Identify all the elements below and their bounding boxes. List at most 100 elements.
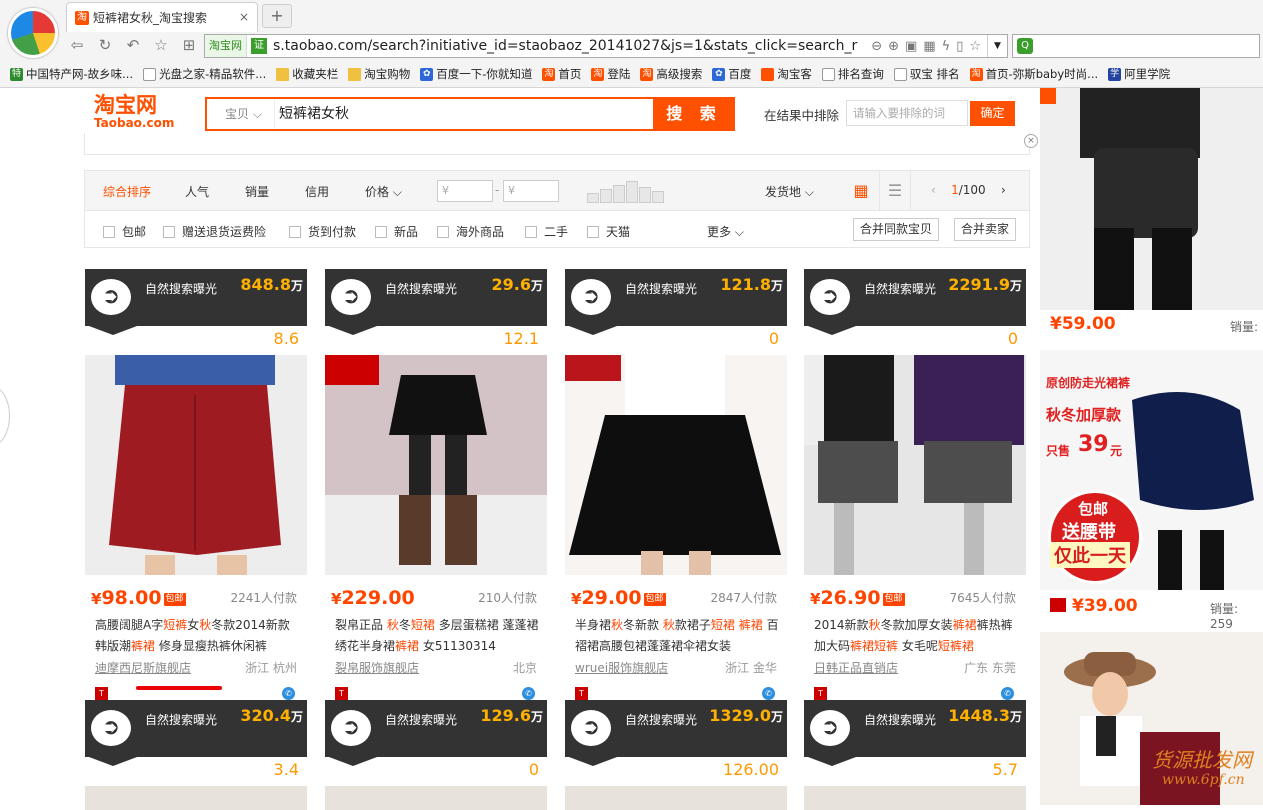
checkbox[interactable] — [103, 225, 115, 238]
shop-link[interactable]: wruei服饰旗舰店 — [575, 659, 668, 676]
search-category-select[interactable]: 宝贝 ⌵ — [207, 99, 275, 129]
bookmark-item[interactable]: ✿ 百度 — [712, 66, 751, 82]
product-title[interactable]: 半身裙秋冬新款 秋款裙子短裙 裤裙 百褶裙高腰包裙蓬蓬裙伞裙女装 — [575, 615, 781, 657]
next-page-icon[interactable]: › — [1001, 183, 1006, 197]
search-button[interactable]: 搜 索 — [653, 97, 735, 131]
star-icon[interactable]: ☆ — [969, 39, 981, 54]
checkbox[interactable] — [525, 225, 537, 238]
bookmark-item[interactable]: 驭宝 排名 — [893, 66, 960, 82]
checkbox[interactable] — [289, 225, 301, 238]
close-tab-icon[interactable]: × — [239, 10, 249, 24]
undo-close-icon[interactable]: ↶ — [122, 36, 144, 58]
wangwang-icon[interactable]: ✆ — [762, 687, 775, 700]
product-title[interactable]: 裂帛正品 秋冬短裙 多层蛋糕裙 蓬蓬裙绣花半身裙裤裙 女51130314 — [335, 615, 541, 657]
exclude-confirm-button[interactable]: 确定 — [970, 101, 1015, 126]
bookmark-item[interactable]: 学阿里学院 — [1108, 66, 1170, 82]
wangwang-icon[interactable]: ✆ — [282, 687, 295, 700]
product-card[interactable]: ➲ 自然搜索曝光 1448.3万 5.7 — [804, 700, 1026, 810]
ad-item[interactable]: ¥59.00 销量: — [1040, 88, 1263, 342]
screenshot-icon[interactable]: ▣ — [905, 39, 917, 54]
product-title[interactable]: 2014新款秋冬款加厚女装裤裙裤热裤加大码裤裙短裤 女毛呢短裤裙 — [814, 615, 1020, 657]
shop-link[interactable]: 日韩正品直销店 — [814, 659, 898, 676]
address-dropdown-icon[interactable]: ▼ — [987, 35, 1007, 57]
product-card[interactable]: ➲ 自然搜索曝光 2291.9万 0 ¥26.90 包邮 7645人付款 2014… — [804, 269, 1026, 709]
filter-tmall[interactable]: 天猫 — [587, 223, 630, 240]
product-image[interactable] — [804, 786, 1026, 810]
product-card[interactable]: ➲ 自然搜索曝光 848.8万 8.6 ¥98.00 包邮 2241人付款 高腰阔… — [85, 269, 307, 709]
ad-item[interactable]: 原创防走光裙裤 秋冬加厚款 只售 39 元 包邮 送腰带 仅此一天 ¥39.00… — [1040, 350, 1263, 631]
browser-logo-icon[interactable] — [8, 8, 58, 58]
bookmark-item[interactable]: 淘首页 — [542, 66, 581, 82]
filter-overseas[interactable]: 海外商品 — [437, 223, 504, 240]
zoom-icon[interactable]: ⊕ — [888, 39, 899, 54]
taobao-logo[interactable]: 淘宝网 Taobao.com — [94, 94, 184, 134]
bookmark-item[interactable]: 排名查询 — [821, 66, 884, 82]
search-input[interactable]: 短裤裙女秋 — [279, 99, 349, 129]
reader-icon[interactable]: ▯ — [956, 39, 963, 54]
site-identity-label[interactable]: 淘宝网 — [205, 35, 247, 57]
checkbox[interactable] — [437, 225, 449, 238]
checkbox[interactable] — [163, 225, 175, 238]
product-image[interactable] — [804, 355, 1026, 575]
side-float-handle[interactable] — [0, 386, 10, 446]
shop-link[interactable]: 裂帛服饰旗舰店 — [335, 659, 419, 676]
merge-seller-button[interactable]: 合并卖家 — [954, 218, 1017, 241]
product-image[interactable] — [325, 355, 547, 575]
bookmark-item[interactable]: 光盘之家-精品软件... — [143, 66, 266, 82]
checkbox[interactable] — [375, 225, 387, 238]
filter-new[interactable]: 新品 — [375, 223, 418, 240]
merge-same-button[interactable]: 合并同款宝贝 — [853, 218, 940, 241]
ev-cert-icon[interactable]: 证 — [251, 38, 267, 54]
sort-credit[interactable]: 信用 — [305, 183, 329, 200]
bookmark-item[interactable]: 特中国特产网-故乡味... — [10, 66, 133, 82]
product-image[interactable] — [85, 355, 307, 575]
sort-price[interactable]: 价格 ⌵ — [365, 183, 402, 200]
product-image[interactable] — [565, 355, 787, 575]
more-filters[interactable]: 更多 ⌵ — [707, 223, 744, 240]
url-text[interactable]: s.taobao.com/search?initiative_id=staoba… — [271, 38, 871, 54]
price-distribution-chart[interactable] — [587, 179, 665, 203]
product-image[interactable] — [565, 786, 787, 810]
new-tab-button[interactable]: + — [262, 4, 292, 28]
checkbox[interactable] — [587, 225, 599, 238]
filter-return-insurance[interactable]: 赠送退货运费险 — [163, 223, 266, 240]
refresh-icon[interactable]: ↻ — [94, 36, 116, 58]
list-view-icon[interactable]: ☰ — [879, 171, 911, 210]
apps-grid-icon[interactable]: ⊞ — [178, 36, 200, 58]
address-bar[interactable]: 淘宝网 证 s.taobao.com/search?initiative_id=… — [204, 34, 1008, 58]
favorite-star-icon[interactable]: ☆ — [150, 36, 172, 58]
filter-free-shipping[interactable]: 包邮 — [103, 223, 146, 240]
qr-icon[interactable]: ▦ — [923, 39, 935, 54]
product-card[interactable]: ➲ 自然搜索曝光 129.6万 0 — [325, 700, 547, 810]
filter-second-hand[interactable]: 二手 — [525, 223, 568, 240]
product-card[interactable]: ➲ 自然搜索曝光 121.8万 0 ¥29.00 包邮 2847人付款 半身裙秋冬… — [565, 269, 787, 709]
bookmark-item[interactable]: 收藏夹栏 — [276, 66, 338, 82]
browser-search-box[interactable]: Q — [1012, 34, 1260, 58]
sort-default[interactable]: 综合排序 — [103, 183, 151, 200]
wangwang-icon[interactable]: ✆ — [522, 687, 535, 700]
wangwang-icon[interactable]: ✆ — [1001, 687, 1014, 700]
price-from-input[interactable]: ¥ — [437, 180, 493, 202]
product-card[interactable]: ➲ 自然搜索曝光 1329.0万 126.00 — [565, 700, 787, 810]
bookmark-item[interactable]: 淘首页-弥斯baby时尚... — [969, 66, 1098, 82]
prev-page-icon[interactable]: ‹ — [931, 183, 936, 197]
browser-tab[interactable]: 淘 短裤裙女秋_淘宝搜索 × — [66, 2, 258, 32]
block-icon[interactable]: ⊖ — [871, 39, 882, 54]
product-card[interactable]: ➲ 自然搜索曝光 29.6万 12.1 ¥229.00 210人付款 裂帛正品 … — [325, 269, 547, 709]
product-image[interactable] — [85, 786, 307, 810]
bookmark-item[interactable]: 淘登陆 — [591, 66, 630, 82]
bookmark-item[interactable]: ✿ 百度一下-你就知道 — [420, 66, 532, 82]
shop-link[interactable]: 迪摩西尼斯旗舰店 — [95, 659, 191, 676]
exclude-input[interactable]: 请输入要排除的词 — [846, 100, 968, 126]
bookmark-item[interactable]: 淘宝客 — [761, 66, 812, 82]
sort-popularity[interactable]: 人气 — [185, 183, 209, 200]
bookmark-item[interactable]: 淘宝购物 — [348, 66, 410, 82]
price-to-input[interactable]: ¥ — [503, 180, 559, 202]
ship-from-select[interactable]: 发货地 ⌵ — [765, 183, 814, 200]
close-icon[interactable]: × — [1024, 134, 1038, 148]
back-icon[interactable]: ⇦ — [66, 36, 88, 58]
filter-cod[interactable]: 货到付款 — [289, 223, 356, 240]
product-card[interactable]: ➲ 自然搜索曝光 320.4万 3.4 — [85, 700, 307, 810]
grid-view-icon[interactable]: ▦ — [845, 171, 877, 210]
sort-sales[interactable]: 销量 — [245, 183, 269, 200]
